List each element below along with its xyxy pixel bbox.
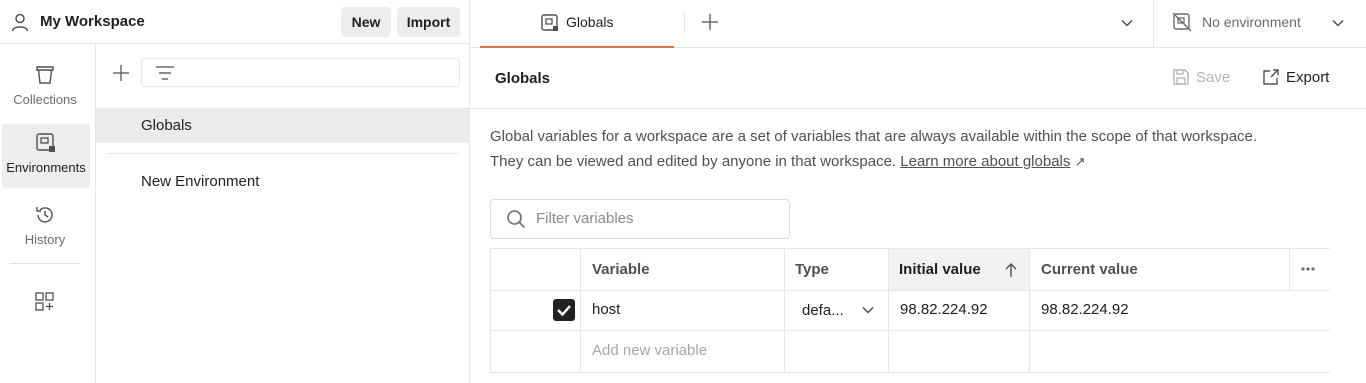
- column-header-variable[interactable]: Variable: [592, 261, 650, 278]
- table-row-divider: [490, 330, 1330, 331]
- filter-variables-input[interactable]: [490, 199, 790, 239]
- checkmark-icon: [557, 305, 571, 317]
- table-border-bottom: [490, 372, 1330, 373]
- user-icon: [11, 13, 29, 32]
- add-apps-icon[interactable]: [34, 291, 56, 313]
- new-tab-plus-icon[interactable]: [701, 13, 719, 31]
- search-icon: [507, 210, 526, 229]
- tab-divider: [684, 13, 685, 33]
- external-link-icon: ↗: [1074, 154, 1086, 169]
- collections-icon: [36, 66, 54, 84]
- description-text: They can be viewed and edited by anyone …: [490, 153, 897, 170]
- list-divider: [106, 153, 459, 154]
- sidebar-item-label: History: [24, 232, 66, 247]
- sidebar-item-environments[interactable]: Environments: [2, 124, 90, 188]
- sidebar-item-label: Environments: [6, 160, 86, 175]
- history-icon: [36, 207, 53, 223]
- tabs-dropdown-chevron-icon[interactable]: [1120, 16, 1134, 30]
- filter-icon[interactable]: [155, 65, 175, 81]
- environment-search-input[interactable]: [141, 58, 460, 87]
- save-label: Save: [1196, 68, 1231, 86]
- save-icon: [1173, 69, 1189, 85]
- no-environment-icon: [1172, 12, 1192, 32]
- globals-env-icon: [541, 14, 558, 31]
- add-new-variable-input[interactable]: Add new variable: [592, 342, 707, 359]
- table-header-divider: [490, 290, 1330, 291]
- initial-value-cell[interactable]: 98.82.224.92: [900, 301, 988, 318]
- import-button[interactable]: Import: [397, 7, 460, 37]
- learn-more-link[interactable]: Learn more about globals: [900, 153, 1070, 170]
- sidebar-item-history[interactable]: History: [0, 196, 90, 260]
- new-button[interactable]: New: [341, 7, 391, 37]
- column-divider: [1289, 248, 1290, 290]
- save-button[interactable]: Save: [1172, 68, 1230, 86]
- environment-icon: [36, 133, 55, 152]
- current-value-cell[interactable]: 98.82.224.92: [1041, 301, 1129, 318]
- export-button[interactable]: Export: [1262, 68, 1329, 86]
- create-environment-plus-icon[interactable]: [112, 64, 130, 82]
- main-header: [470, 48, 1366, 109]
- sidebar-divider: [10, 263, 80, 264]
- export-label: Export: [1286, 68, 1330, 86]
- more-options-icon[interactable]: [1300, 266, 1316, 272]
- sort-ascending-icon[interactable]: [1004, 262, 1018, 278]
- sidebar-item-label: Collections: [13, 92, 77, 107]
- list-item-new-environment[interactable]: New Environment: [141, 173, 259, 190]
- row-enabled-checkbox[interactable]: [553, 299, 575, 321]
- description-line-2: They can be viewed and edited by anyone …: [490, 153, 1085, 170]
- filter-placeholder: Filter variables: [536, 210, 634, 227]
- table-border-left: [490, 248, 491, 373]
- page-title: Globals: [495, 70, 551, 87]
- environment-label: No environment: [1202, 14, 1301, 30]
- description-line-1: Global variables for a workspace are a s…: [490, 128, 1258, 145]
- sidebar-item-collections[interactable]: Collections: [0, 56, 90, 120]
- column-divider: [888, 248, 889, 373]
- column-header-current-value[interactable]: Current value: [1041, 261, 1138, 278]
- environment-chevron-icon[interactable]: [1331, 16, 1345, 30]
- tab-globals-label: Globals: [566, 14, 614, 30]
- column-divider: [580, 248, 581, 373]
- type-chevron-down-icon[interactable]: [861, 304, 875, 316]
- column-header-initial-value[interactable]: Initial value: [899, 261, 981, 278]
- column-divider: [784, 248, 785, 373]
- export-icon: [1263, 69, 1279, 85]
- environment-list-panel: [96, 44, 470, 383]
- column-header-type[interactable]: Type: [795, 261, 829, 278]
- table-border-top: [490, 248, 1330, 249]
- list-item-label: Globals: [141, 117, 192, 134]
- type-select[interactable]: defa...: [802, 302, 844, 319]
- workspace-title[interactable]: My Workspace: [40, 13, 145, 30]
- variable-name-cell[interactable]: host: [592, 301, 620, 318]
- column-divider: [1029, 248, 1030, 373]
